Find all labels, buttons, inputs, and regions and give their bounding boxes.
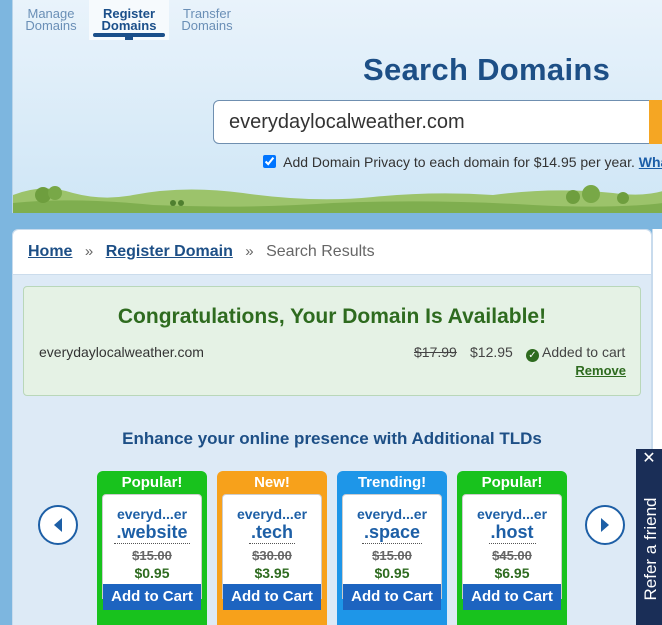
tab-manage-domains[interactable]: Manage Domains [13, 0, 89, 40]
tld-details: everyd...er .host $45.00 $6.95 Add to Ca… [462, 494, 562, 610]
tld-card-space: Trending! everyd...er .space $15.00 $0.9… [337, 471, 447, 625]
breadcrumb-register-domain[interactable]: Register Domain [106, 243, 233, 260]
tab-label-line2: Domains [25, 18, 77, 33]
tld-details: everyd...er .space $15.00 $0.95 Add to C… [342, 494, 442, 610]
carousel-next-button[interactable] [585, 505, 625, 545]
chevron-left-icon [54, 518, 62, 532]
tld-domain-name: everyd...er [236, 506, 308, 522]
page-title: Search Domains [363, 52, 611, 87]
availability-panel: Congratulations, Your Domain Is Availabl… [23, 286, 641, 396]
tld-details: everyd...er .website $15.00 $0.95 Add to… [102, 494, 202, 610]
add-to-cart-button[interactable]: Add to Cart [343, 584, 441, 610]
add-to-cart-button[interactable]: Add to Cart [223, 584, 321, 610]
tld-details: everyd...er .tech $30.00 $3.95 Add to Ca… [222, 494, 322, 610]
tld-card-host: Popular! everyd...er .host $45.00 $6.95 … [457, 471, 567, 625]
breadcrumb-separator: » [84, 243, 94, 260]
tld-new-price: $6.95 [494, 565, 530, 581]
tld-new-price: $3.95 [254, 565, 290, 581]
tld-new-price: $0.95 [374, 565, 410, 581]
tld-old-price: $45.00 [492, 548, 532, 563]
tld-badge: Popular! [481, 474, 543, 491]
tld-old-price: $15.00 [132, 548, 172, 563]
refer-a-friend-label: Refer a friend [641, 497, 660, 601]
tld-domain-name: everyd...er [116, 506, 188, 522]
tld-old-price: $15.00 [372, 548, 412, 563]
add-to-cart-button[interactable]: Add to Cart [103, 584, 201, 610]
tld-extension: .website [114, 522, 190, 544]
privacy-label: Add Domain Privacy to each domain for $1… [283, 154, 635, 170]
header: Manage Domains Register Domains Transfer… [12, 0, 662, 213]
breadcrumb: Home » Register Domain » Search Results [13, 230, 651, 275]
add-to-cart-button[interactable]: Add to Cart [463, 584, 561, 610]
tab-register-domains[interactable]: Register Domains [89, 0, 169, 40]
availability-heading: Congratulations, Your Domain Is Availabl… [117, 305, 547, 328]
tld-domain-name: everyd...er [356, 506, 428, 522]
breadcrumb-separator: » [245, 243, 254, 260]
tld-card-website: Popular! everyd...er .website $15.00 $0.… [97, 471, 207, 625]
breadcrumb-home[interactable]: Home [28, 243, 72, 260]
domain-tabs: Manage Domains Register Domains Transfer… [13, 0, 245, 40]
breadcrumb-current: Search Results [266, 243, 375, 260]
tld-card-tech: New! everyd...er .tech $30.00 $3.95 Add … [217, 471, 327, 625]
check-circle-icon: ✓ [526, 349, 539, 362]
carousel-prev-button[interactable] [38, 505, 78, 545]
privacy-option: Add Domain Privacy to each domain for $1… [263, 154, 662, 170]
privacy-info-link[interactable]: Wha [639, 154, 662, 170]
tld-old-price: $30.00 [252, 548, 292, 563]
chevron-right-icon [601, 518, 609, 532]
tld-badge: Popular! [121, 474, 183, 491]
page-edge [652, 229, 662, 449]
cart-status: ✓ Added to cart [526, 344, 625, 362]
tld-badge: New! [254, 474, 290, 491]
results-card: Home » Register Domain » Search Results … [12, 229, 652, 625]
result-new-price: $12.95 [470, 344, 513, 360]
search-button[interactable] [649, 100, 662, 144]
domain-search-input[interactable]: everydaylocalweather.com [213, 100, 651, 144]
privacy-checkbox[interactable] [263, 155, 276, 168]
refer-a-friend-widget[interactable]: ✕ Refer a friend [636, 449, 662, 625]
cart-status-label: Added to cart [542, 344, 626, 360]
tld-extension: .tech [248, 522, 295, 544]
tld-extension: .space [361, 522, 423, 544]
result-domain: everydaylocalweather.com [39, 344, 204, 360]
additional-tlds-heading: Enhance your online presence with Additi… [122, 429, 542, 448]
tld-extension: .host [488, 522, 536, 544]
tld-new-price: $0.95 [134, 565, 170, 581]
tab-label-line2: Domains [101, 18, 157, 33]
tab-transfer-domains[interactable]: Transfer Domains [169, 0, 245, 40]
tld-badge: Trending! [357, 474, 427, 491]
remove-link[interactable]: Remove [575, 363, 626, 378]
hills-illustration [13, 185, 662, 213]
close-icon[interactable]: ✕ [636, 449, 662, 469]
tld-domain-name: everyd...er [476, 506, 548, 522]
result-old-price: $17.99 [414, 344, 457, 360]
tab-label-line2: Domains [181, 18, 233, 33]
